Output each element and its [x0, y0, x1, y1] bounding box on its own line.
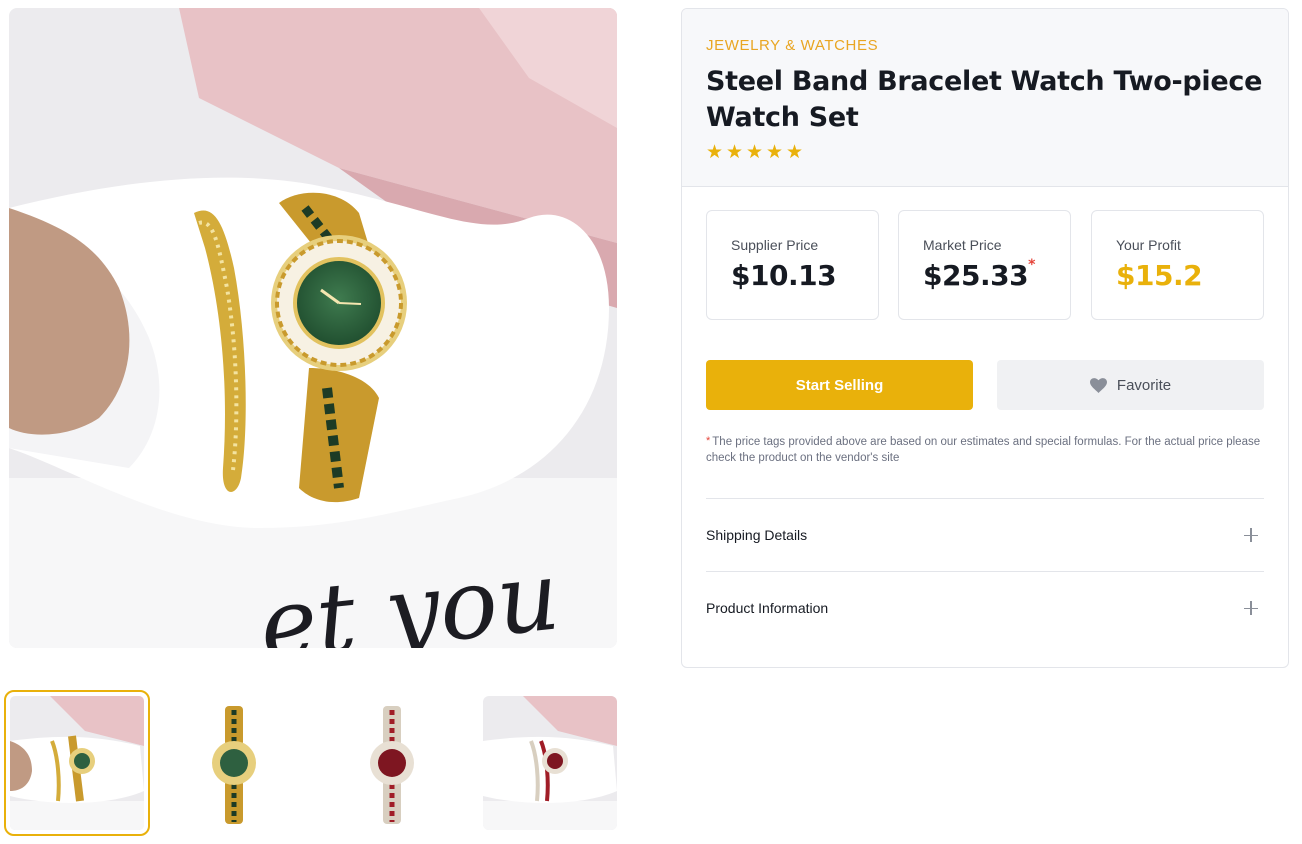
red-watch-photo [325, 696, 459, 830]
thumbnail-2[interactable] [167, 696, 301, 830]
product-title: Steel Band Bracelet Watch Two-piece Watc… [706, 66, 1263, 133]
thumbnail-3[interactable] [325, 696, 459, 830]
green-watch-photo [167, 696, 301, 830]
market-price-value-row: $25.33* [923, 257, 1070, 292]
market-price-asterisk: * [1028, 257, 1035, 273]
plus-icon[interactable] [1244, 601, 1258, 615]
star-icon: ★ [786, 141, 804, 163]
market-price-card: Market Price $25.33* [898, 210, 1071, 320]
star-icon: ★ [706, 141, 724, 163]
favorite-button[interactable]: Favorite [997, 360, 1264, 410]
accordion-label: Product Information [706, 600, 829, 616]
supplier-price-value: $10.13 [731, 259, 837, 292]
thumbnail-strip [0, 690, 630, 840]
action-buttons: Start Selling Favorite [706, 360, 1264, 410]
market-price-label: Market Price [923, 237, 1002, 253]
plus-icon[interactable] [1244, 528, 1258, 542]
profit-label: Your Profit [1116, 237, 1181, 253]
product-category[interactable]: JEWELRY & WATCHES [706, 37, 1264, 54]
supplier-price-label: Supplier Price [731, 237, 819, 253]
star-icon: ★ [726, 141, 744, 163]
wrist-bracelet-watch-photo: et you [9, 8, 617, 648]
star-icon: ★ [746, 141, 764, 163]
product-info-panel: JEWELRY & WATCHES Steel Band Bracelet Wa… [681, 8, 1289, 668]
star-icon: ★ [766, 141, 784, 163]
heart-icon [1089, 377, 1107, 393]
favorite-label: Favorite [1116, 376, 1172, 394]
accordion-shipping-details[interactable]: Shipping Details [706, 498, 1264, 571]
start-selling-button[interactable]: Start Selling [706, 360, 973, 410]
wrist-bracelet-watch-photo [10, 696, 144, 830]
rating-stars: ★ ★ ★ ★ ★ [706, 141, 1264, 163]
main-product-image[interactable]: et you [9, 8, 617, 648]
details-accordion: Shipping Details Product Information [706, 498, 1264, 644]
accordion-label: Shipping Details [706, 527, 808, 543]
product-header: JEWELRY & WATCHES Steel Band Bracelet Wa… [682, 9, 1288, 187]
accordion-product-information[interactable]: Product Information [706, 571, 1264, 644]
price-disclaimer: * The price tags provided above are based… [706, 434, 1266, 466]
market-price-value: $25.33 [923, 259, 1029, 292]
profit-value: $15.2 [1116, 259, 1203, 292]
price-cards: Supplier Price $10.13 Market Price $25.3… [706, 210, 1264, 320]
thumbnail-1[interactable] [4, 690, 150, 836]
disclaimer-asterisk: * [706, 435, 711, 447]
wrist-red-watch-photo [483, 696, 617, 830]
thumbnail-4[interactable] [483, 696, 617, 830]
disclaimer-text: The price tags provided above are based … [706, 436, 1261, 464]
supplier-price-card: Supplier Price $10.13 [706, 210, 879, 320]
profit-card: Your Profit $15.2 [1091, 210, 1264, 320]
